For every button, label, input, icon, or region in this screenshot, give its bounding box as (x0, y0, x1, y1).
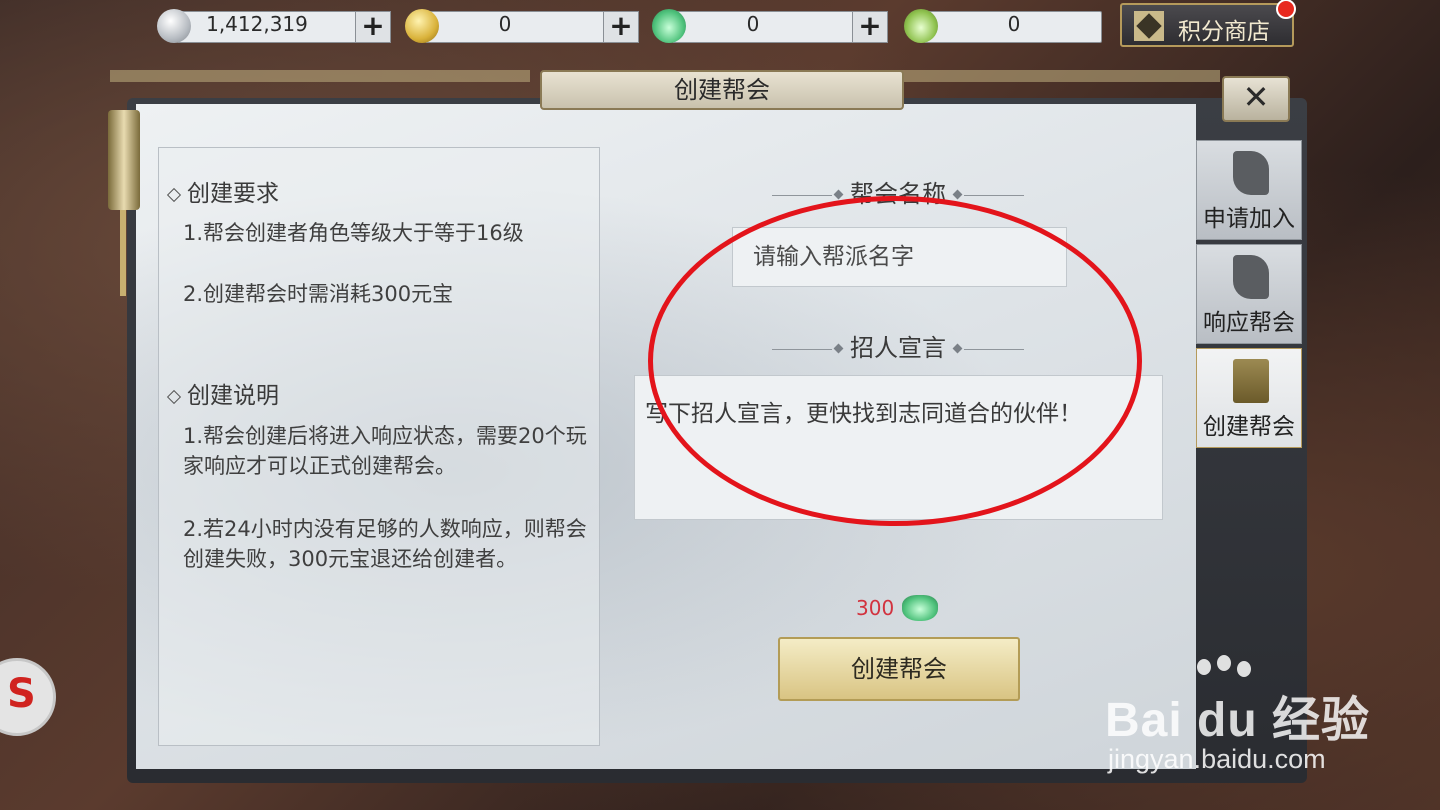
points-shop-button[interactable]: 积分商店 (1120, 0, 1296, 47)
silver-value: 1,412,319 (206, 12, 308, 36)
notification-dot (1276, 0, 1296, 19)
requirements-heading-text: 创建要求 (187, 181, 279, 207)
scroll-icon (1233, 151, 1269, 195)
requirements-heading: 创建要求 (166, 174, 279, 208)
add-gold-button[interactable]: + (603, 11, 639, 43)
watermark-url: jingyan.baidu.com (1108, 744, 1326, 774)
requirement-item: 1.帮会创建者角色等级大于等于16级 (183, 221, 524, 245)
shop-icon (1134, 11, 1164, 41)
gold-coin-icon (405, 9, 439, 43)
instructions-heading: 创建说明 (166, 376, 279, 410)
lantern-decoration (108, 110, 140, 210)
add-ingot-button[interactable]: + (852, 11, 888, 43)
gold-value: 0 (498, 12, 512, 36)
scroll-icon (1233, 255, 1269, 299)
tab-apply-join[interactable]: 申请加入 (1196, 140, 1302, 240)
add-silver-button[interactable]: + (355, 11, 391, 43)
gate-icon (1233, 359, 1269, 403)
diamond-icon (166, 389, 182, 404)
silver-coin-icon (157, 9, 191, 43)
info-panel: 创建要求 1.帮会创建者角色等级大于等于16级 2.创建帮会时需消耗300元宝 … (158, 147, 600, 746)
tab-respond-guild[interactable]: 响应帮会 (1196, 244, 1302, 344)
currency-silver: 1,412,319 + (157, 9, 391, 43)
divider (772, 348, 832, 350)
divider (964, 348, 1024, 350)
tab-label: 创建帮会 (1203, 414, 1295, 440)
declaration-input[interactable]: 写下招人宣言，更快找到志同道合的伙伴！ (634, 375, 1163, 520)
divider (772, 194, 832, 196)
dialog-title: 创建帮会 (540, 70, 904, 110)
cost-value: 300 (856, 596, 895, 620)
ingot-value: 0 (746, 12, 760, 36)
locked-ingot-value: 0 (1007, 12, 1021, 36)
lantern-tassel (120, 210, 126, 296)
declaration-label-text: 招人宣言 (850, 334, 946, 362)
create-guild-button[interactable]: 创建帮会 (778, 637, 1020, 701)
currency-gold: 0 + (405, 9, 639, 43)
green-ingot-icon (652, 9, 686, 43)
requirement-item: 2.创建帮会时需消耗300元宝 (183, 282, 454, 306)
app-logo-icon[interactable] (0, 658, 56, 736)
instruction-item: 2.若24小时内没有足够的人数响应，则帮会创建失败，300元宝退还给创建者。 (183, 517, 587, 571)
watermark-brand: Bai du 经验 (1105, 694, 1371, 747)
guild-name-label-text: 帮会名称 (850, 180, 946, 208)
tab-label: 响应帮会 (1203, 310, 1295, 336)
declaration-label: 招人宣言 (748, 328, 1048, 363)
guild-name-input[interactable]: 请输入帮派名字 (732, 227, 1067, 287)
diamond-icon (166, 187, 182, 202)
instructions-heading-text: 创建说明 (187, 383, 279, 409)
ingot-cost-icon (902, 595, 938, 621)
instruction-item: 1.帮会创建后将进入响应状态，需要20个玩家响应才可以正式创建帮会。 (183, 424, 587, 478)
title-ornament-left (110, 70, 530, 82)
currency-ingot: 0 + (652, 9, 888, 43)
close-button[interactable]: ✕ (1222, 76, 1290, 122)
guild-name-label: 帮会名称 (748, 174, 1048, 209)
tab-create-guild[interactable]: 创建帮会 (1196, 348, 1302, 448)
shop-label: 积分商店 (1178, 19, 1270, 45)
currency-locked-ingot: 0 (904, 9, 1102, 43)
locked-ingot-icon (904, 9, 938, 43)
divider (964, 194, 1024, 196)
tab-label: 申请加入 (1203, 206, 1295, 232)
title-ornament-right (900, 70, 1220, 82)
